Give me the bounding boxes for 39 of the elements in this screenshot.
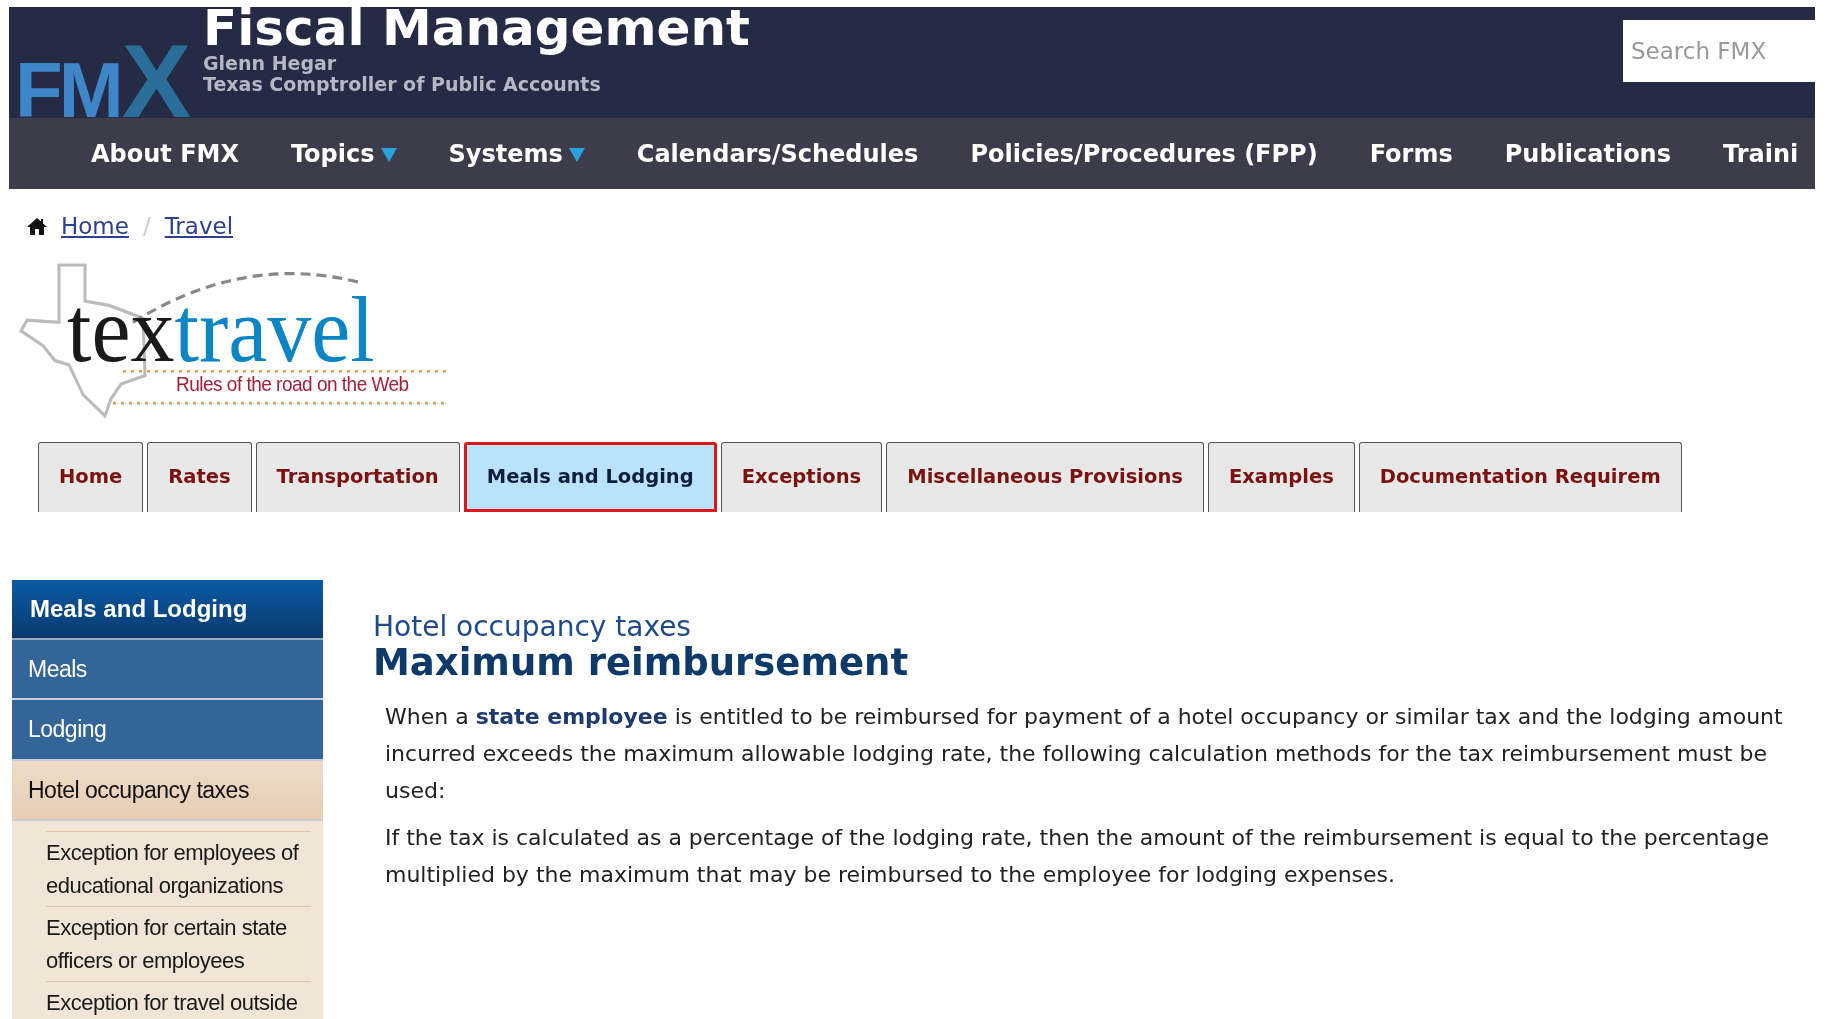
nav-tab[interactable]: Exceptions	[720, 441, 883, 512]
nav-link[interactable]: Publications	[1504, 135, 1671, 172]
search-field[interactable]: Search FMX	[1623, 20, 1815, 82]
nav-tab[interactable]: Miscellaneous Provisions	[886, 441, 1204, 512]
subtitle-text: Texas Comptroller of Public Accounts	[203, 74, 602, 95]
nav-link[interactable]: Calendars/Schedules	[636, 135, 919, 172]
section-label: Hotel occupancy taxes	[373, 609, 692, 644]
textravel-logo: textravel Rules of the road on the Web	[13, 247, 453, 418]
sidebar-item[interactable]: Meals	[12, 639, 323, 700]
nav-tab[interactable]: Transportation	[255, 441, 460, 512]
sidebar-subitem[interactable]: Exception for certain state officers or employees	[46, 906, 311, 981]
nav-link[interactable]: Traini	[1723, 135, 1799, 172]
caret-icon	[380, 147, 397, 162]
nav-tab[interactable]: Home	[38, 441, 144, 512]
subtitle-text: Glenn Hegar	[203, 53, 338, 74]
body-paragraph: If the tax is calculated as a percentage of the lodging rate, then the amount of the reimbursement is equal to the percentage multiplied by the maximum that may be reimbursed to the employee for lodging expenses.	[384, 823, 1771, 889]
page-heading: Maximum reimbursement	[373, 643, 910, 684]
sidebar-item[interactable]: Hotel occupancy taxes	[12, 760, 323, 821]
fmx-logo[interactable]: FMX	[9, 7, 187, 118]
sidebar-subitem[interactable]: Exception for travel outside	[46, 981, 311, 1019]
breadcrumb-link[interactable]: Travel	[164, 209, 234, 244]
site-title: Fiscal Management	[203, 7, 751, 53]
nav-link[interactable]: Policies/Procedures (FPP)	[970, 135, 1318, 172]
sidebar-subitem[interactable]: Exception for employees of educational organizations	[46, 831, 311, 906]
body-paragraph: When a state employee is entitled to be reimbursed for payment of a hotel occupancy or similar tax and the lodging amount incurred exceeds the maximum allowable lodging rate, the following calculation methods for the tax reimbursement must be used:	[384, 702, 1784, 805]
nav-tab[interactable]: Meals and Lodging	[463, 441, 717, 512]
caret-icon	[568, 147, 585, 162]
home-icon	[27, 217, 47, 236]
nav-tab[interactable]: Documentation Requirem	[1358, 441, 1682, 512]
nav-link[interactable]: Systems	[448, 135, 585, 172]
sidebar-item[interactable]: Lodging	[12, 700, 323, 761]
nav-link[interactable]: About FMX	[91, 135, 239, 172]
nav-link[interactable]: Forms	[1369, 135, 1453, 172]
sidebar-heading: Meals and Lodging	[12, 579, 323, 640]
breadcrumb-separator: /	[142, 212, 151, 241]
nav-tab[interactable]: Rates	[147, 441, 252, 512]
nav-link[interactable]: Topics	[290, 135, 397, 172]
nav-tab[interactable]: Examples	[1207, 441, 1355, 512]
breadcrumb-link[interactable]: Home	[61, 209, 129, 244]
